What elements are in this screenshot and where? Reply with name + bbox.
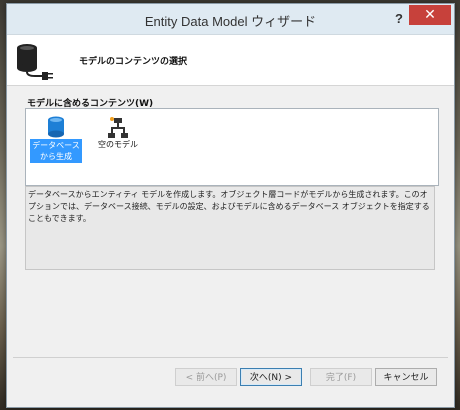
title-bar[interactable]: Entity Data Model ウィザード ? ✕: [7, 4, 454, 35]
back-button[interactable]: < 前へ(P): [175, 368, 237, 386]
finish-button[interactable]: 完了(F): [310, 368, 372, 386]
description-text: データベースからエンティティ モデルを作成します。オブジェクト層コードがモデルか…: [25, 186, 435, 270]
empty-model-icon: [108, 117, 128, 138]
cancel-button[interactable]: キャンセル: [375, 368, 437, 386]
next-button[interactable]: 次へ(N) >: [240, 368, 302, 386]
content-list[interactable]: データベースから生成 空のモデル: [25, 108, 439, 186]
help-button[interactable]: ?: [389, 10, 409, 28]
database-icon: [48, 116, 64, 138]
list-item-label: データベースから生成: [30, 139, 82, 163]
wizard-window: Entity Data Model ウィザード ? ✕ モデルのコンテンツの選択…: [6, 3, 455, 408]
list-item-generate-from-database[interactable]: データベースから生成: [30, 113, 82, 163]
close-button[interactable]: ✕: [409, 5, 451, 25]
page-title: モデルのコンテンツの選択: [79, 57, 188, 67]
list-item-empty-model[interactable]: 空のモデル: [92, 113, 144, 150]
database-connection-icon: [17, 44, 53, 80]
footer-separator: [13, 357, 448, 358]
list-item-label: 空のモデル: [98, 140, 138, 149]
window-title: Entity Data Model ウィザード: [144, 14, 317, 29]
header-panel: モデルのコンテンツの選択: [7, 35, 454, 86]
